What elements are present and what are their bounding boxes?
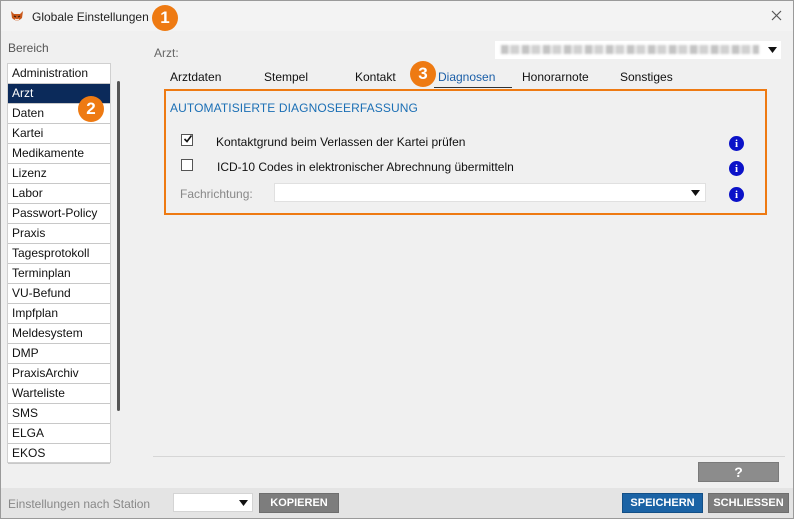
chevron-down-icon [691,190,700,196]
section-title: AUTOMATISIERTE DIAGNOSEERFASSUNG [170,101,418,115]
active-tab-underline [434,87,512,88]
sidebar-item-elga[interactable]: ELGA [8,424,110,444]
schliessen-button[interactable]: SCHLIESSEN [708,493,789,513]
info-icon[interactable]: i [729,161,744,176]
sidebar-scroll-thumb[interactable] [117,81,120,411]
sidebar-item-vu-befund[interactable]: VU-Befund [8,284,110,304]
sidebar-item-administration[interactable]: Administration [8,64,110,84]
sidebar-item-warteliste[interactable]: Warteliste [8,384,110,404]
tab-bar: Arztdaten Stempel Kontakt Diagnosen Hono… [154,68,789,88]
kopieren-button[interactable]: KOPIEREN [259,493,339,513]
sidebar-item-passwort-policy[interactable]: Passwort-Policy [8,204,110,224]
sidebar-list: Administration Arzt Daten Kartei Medikam… [7,63,111,464]
sidebar-item-meldesystem[interactable]: Meldesystem [8,324,110,344]
kontaktgrund-label: Kontaktgrund beim Verlassen der Kartei p… [216,135,466,149]
tab-sonstiges[interactable]: Sonstiges [620,70,673,84]
icd10-label: ICD-10 Codes in elektronischer Abrechnun… [217,160,514,174]
info-icon[interactable]: i [729,187,744,202]
station-select[interactable] [173,493,253,512]
sidebar-item-ekos[interactable]: EKOS [8,444,110,464]
sidebar-item-impfplan[interactable]: Impfplan [8,304,110,324]
tab-stempel[interactable]: Stempel [264,70,308,84]
sidebar-item-dmp[interactable]: DMP [8,344,110,364]
cat-logo-icon [11,11,23,21]
station-label: Einstellungen nach Station [8,497,151,511]
sidebar-item-praxis[interactable]: Praxis [8,224,110,244]
close-icon [771,10,781,20]
info-icon[interactable]: i [729,136,744,151]
sidebar-item-sms[interactable]: SMS [8,404,110,424]
sidebar-item-kartei[interactable]: Kartei [8,124,110,144]
window-title: Globale Einstellungen [32,10,149,24]
fachrichtung-select[interactable] [274,183,706,202]
sidebar-item-medikamente[interactable]: Medikamente [8,144,110,164]
tab-honorarnote[interactable]: Honorarnote [522,70,589,84]
annotation-marker-3: 3 [410,61,436,87]
chevron-down-icon [768,47,777,53]
sidebar-item-labor[interactable]: Labor [8,184,110,204]
bottom-bar: Einstellungen nach Station KOPIEREN SPEI… [1,488,793,518]
sidebar-item-lizenz[interactable]: Lizenz [8,164,110,184]
diagnosen-panel: AUTOMATISIERTE DIAGNOSEERFASSUNG Kontakt… [164,89,767,215]
annotation-marker-2: 2 [78,96,104,122]
sidebar-item-tagesprotokoll[interactable]: Tagesprotokoll [8,244,110,264]
title-bar: Globale Einstellungen [1,1,793,31]
arzt-select[interactable] [495,41,781,59]
checkmark-icon [183,135,193,143]
sidebar-item-praxisarchiv[interactable]: PraxisArchiv [8,364,110,384]
speichern-button[interactable]: SPEICHERN [622,493,703,513]
icd10-checkbox[interactable] [181,159,193,171]
sidebar-item-terminplan[interactable]: Terminplan [8,264,110,284]
annotation-marker-1: 1 [152,5,178,31]
help-button[interactable]: ? [698,462,779,482]
sidebar-heading: Bereich [8,41,49,55]
settings-window: Globale Einstellungen 1 Bereich Administ… [0,0,794,519]
main-divider [153,456,785,457]
tab-kontakt[interactable]: Kontakt [355,70,396,84]
arzt-name-redacted [501,45,759,54]
tab-diagnosen[interactable]: Diagnosen [438,70,495,84]
chevron-down-icon [239,500,248,506]
tab-arztdaten[interactable]: Arztdaten [170,70,221,84]
arzt-label: Arzt: [154,46,179,60]
fachrichtung-label: Fachrichtung: [180,187,253,201]
close-button[interactable] [767,6,785,24]
kontaktgrund-checkbox[interactable] [181,134,193,146]
